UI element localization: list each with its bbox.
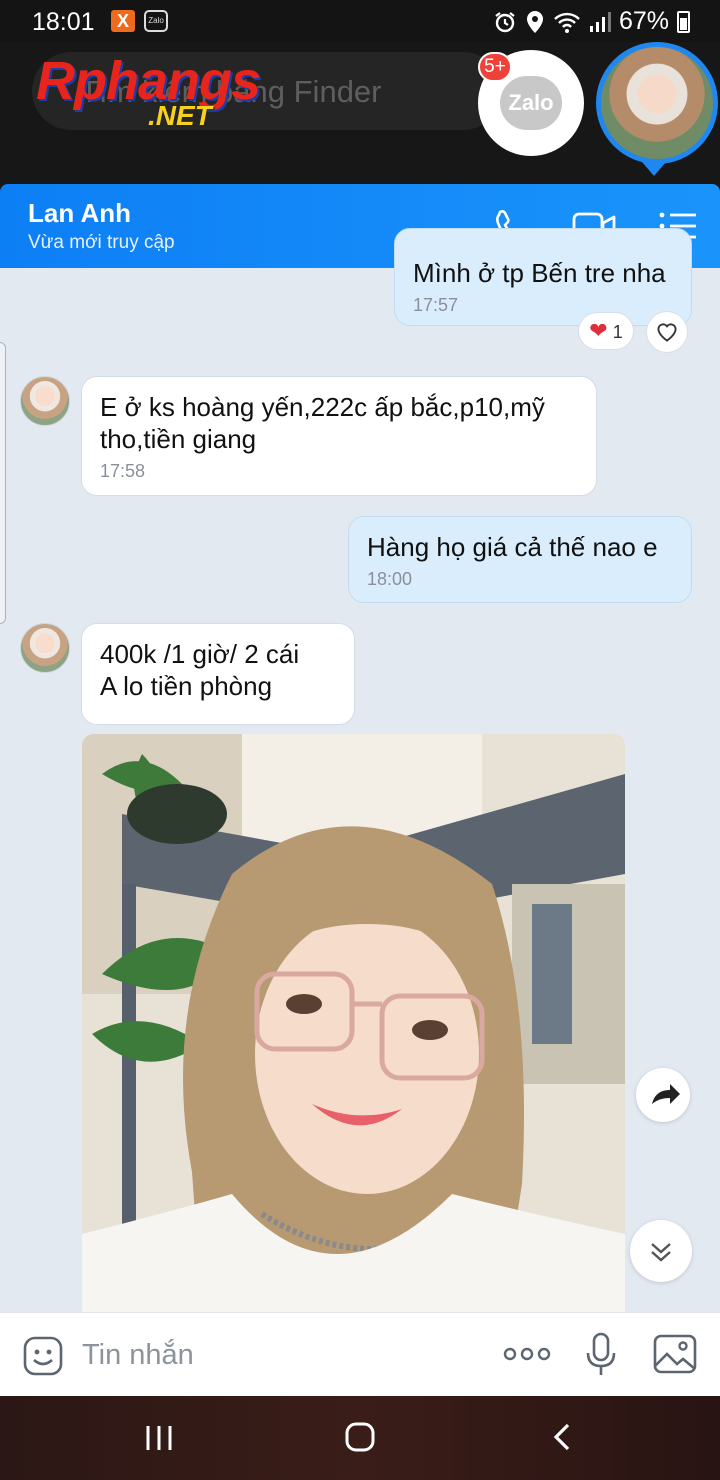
zalo-notification-icon: Zalo [144,10,168,32]
scroll-to-bottom-button[interactable] [630,1220,692,1282]
watermark-logo-suffix: .NET [148,100,212,131]
recent-apps-icon[interactable] [144,1424,174,1452]
home-icon[interactable] [344,1421,376,1453]
system-navigation-bar [0,1396,720,1480]
message-time: 17:58 [100,461,146,481]
image-icon[interactable] [652,1333,698,1375]
contact-chat-head-avatar[interactable] [596,42,718,164]
chevron-double-down-icon [651,1243,671,1262]
active-bubble-pointer [642,162,666,176]
message-composer: Tin nhắn [0,1312,720,1396]
message-text-line: 400k /1 giờ/ 2 cái [100,639,300,669]
message-input[interactable]: Tin nhắn [82,1339,194,1372]
signal-icon [589,11,611,32]
heart-reaction-icon: ❤ [589,318,608,343]
message-text-line: tho,tiền giang [100,424,257,454]
microphone-icon[interactable] [584,1331,618,1379]
message-time: 17:57 [413,295,459,315]
contact-avatar[interactable] [20,623,70,673]
message-text: Hàng họ giá cả thế nao e [367,532,658,562]
message-text-line: A lo tiền phòng [100,671,273,701]
contact-avatar[interactable] [20,376,70,426]
alarm-icon [495,11,515,32]
photo-image [82,734,625,1312]
x-app-icon: X [111,10,135,32]
notification-badge: 5+ [478,52,512,82]
message-time: 18:00 [367,569,413,589]
battery-percentage: 67% [618,7,669,35]
battery-icon [677,10,690,33]
message-text: Mình ở tp Bến tre nha [413,258,666,288]
wifi-icon [554,12,580,33]
contact-status: Vừa mới truy cập [28,232,175,253]
contact-name[interactable]: Lan Anh [28,198,131,229]
forward-icon [652,1084,680,1104]
photo-message[interactable] [82,734,625,1312]
status-time: 18:01 [32,8,95,36]
chat-bubbles-overlay: Tìm kiếm bằng Finder Rphangs .NET Zalo 5… [0,42,720,192]
forward-button[interactable] [636,1068,690,1122]
add-reaction-heart-icon[interactable] [646,311,688,353]
message-text-line: E ở ks hoàng yến,222c ấp bắc,p10,mỹ [100,392,545,422]
back-icon[interactable] [550,1422,574,1452]
message-bubble-outgoing[interactable]: Hàng họ giá cả thế nao e 18:00 [348,516,692,603]
reaction-count-badge[interactable]: ❤ 1 [578,312,634,350]
message-bubble-outgoing[interactable]: Mình ở tp Bến tre nha 17:57 [394,228,692,326]
more-icon[interactable] [502,1343,552,1365]
sticker-icon[interactable] [22,1335,64,1377]
side-drawer-handle[interactable] [0,342,6,624]
status-bar: 18:01 X Zalo 67% [0,0,720,42]
reaction-count: 1 [612,322,623,342]
zalo-logo: Zalo [500,76,562,130]
location-icon [526,10,543,33]
message-bubble-incoming[interactable]: E ở ks hoàng yến,222c ấp bắc,p10,mỹ tho,… [81,376,597,496]
message-bubble-incoming[interactable]: 400k /1 giờ/ 2 cái A lo tiền phòng [81,623,355,725]
